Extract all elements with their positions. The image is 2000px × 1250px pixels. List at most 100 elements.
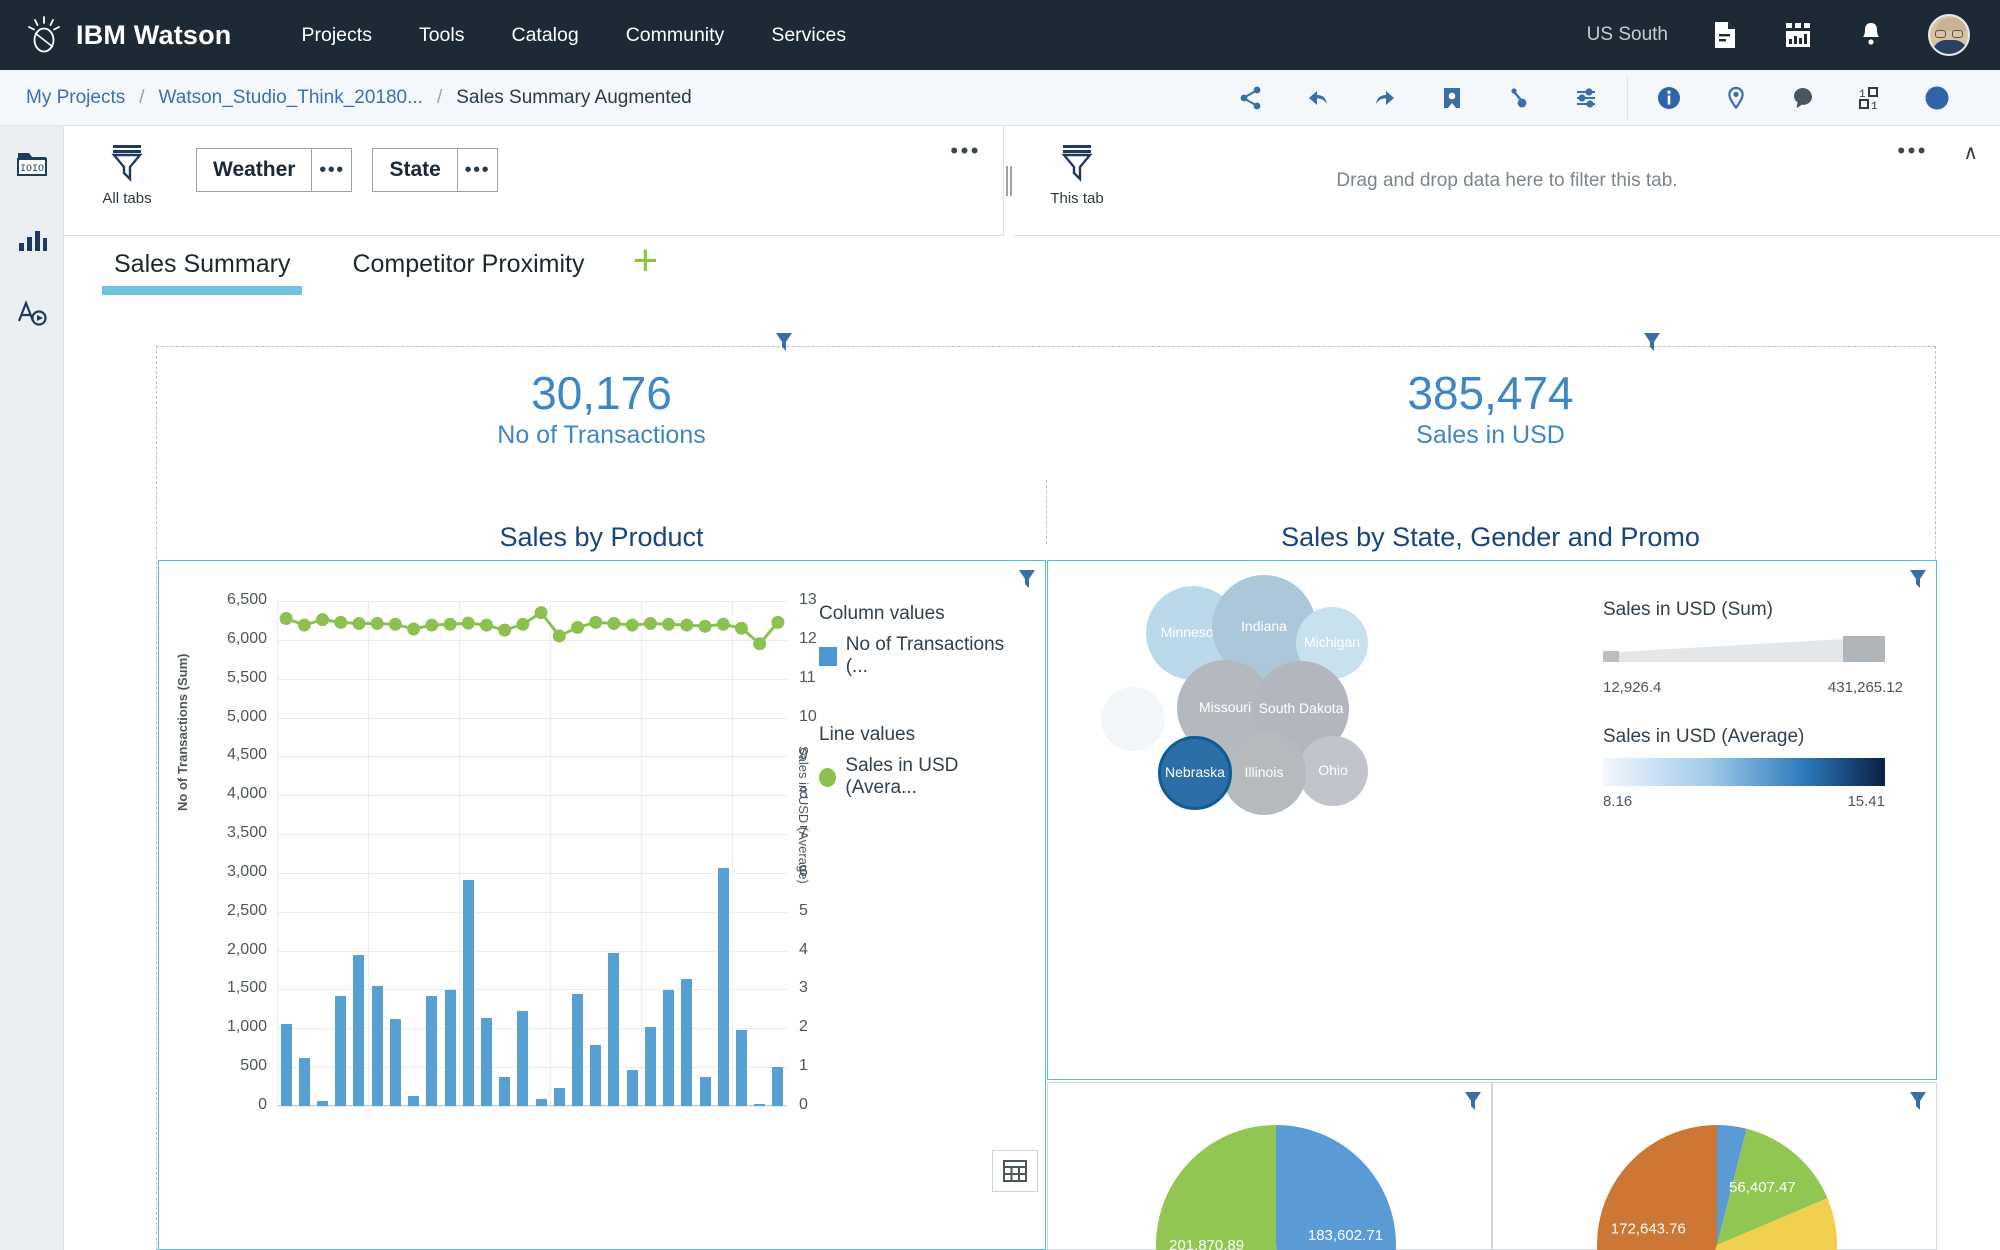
redo-icon[interactable] (1370, 83, 1400, 113)
kpi-transactions[interactable]: 30,176 No of Transactions (157, 369, 1046, 450)
bubble-color-ramp (1603, 758, 1885, 786)
notification-bell-icon[interactable] (1855, 19, 1887, 51)
undo-icon[interactable] (1303, 83, 1333, 113)
bar-chart-y-tick: 4,000 (205, 785, 267, 803)
gender-pie-filter-icon[interactable] (1464, 1090, 1482, 1117)
pie-slice-label: 183,602.71 (1308, 1227, 1383, 1244)
visualizations-icon[interactable] (15, 222, 49, 256)
navigation-compass-icon[interactable] (1922, 83, 1952, 113)
filter-zone-resize-grip[interactable] (1004, 162, 1014, 200)
nav-right-cluster: US South (1587, 14, 1970, 56)
this-tab-zone-menu[interactable]: ••• (1897, 140, 1928, 162)
nav-link-services[interactable]: Services (771, 24, 846, 47)
bubble-color-legend-title: Sales in USD (Average) (1603, 726, 1903, 748)
document-icon[interactable] (1709, 19, 1741, 51)
save-icon[interactable] (1437, 83, 1467, 113)
breadcrumb-toolbar-row: My Projects / Watson_Studio_Think_20180.… (0, 70, 2000, 126)
chevron-up-icon[interactable]: ∧ (1963, 140, 1978, 165)
bar-chart-y-tick: 3,000 (205, 863, 267, 881)
breadcrumb-separator-1: / (139, 87, 144, 109)
table-view-icon[interactable] (992, 1150, 1038, 1192)
bubble-nebraska[interactable]: Nebraska (1158, 736, 1232, 810)
bubble-plot-area: MinnesotaIndianaMichiganMissouriSouth Da… (1068, 591, 1568, 1021)
share-icon[interactable] (1236, 83, 1266, 113)
bar-chart-y2-tick: 1 (799, 1057, 839, 1075)
bubble-size-min: 12,926.4 (1603, 679, 1661, 696)
filter-chip-weather[interactable]: Weather ••• (196, 148, 352, 192)
breadcrumb-my-projects[interactable]: My Projects (26, 87, 125, 109)
all-tabs-funnel[interactable]: All tabs (84, 142, 170, 207)
sales-by-state-bubble-panel[interactable]: MinnesotaIndianaMichiganMissouriSouth Da… (1047, 560, 1937, 1080)
dashboard-tab-strip: Sales Summary Competitor Proximity + (64, 236, 2000, 300)
nav-link-tools[interactable]: Tools (419, 24, 465, 47)
pie-svg: 183,602.71 201,870.89 (1156, 1125, 1396, 1250)
sales-by-product-chart-panel[interactable]: No of Transactions (Sum) Sales in USD (A… (158, 560, 1046, 1250)
pie-slice-label: 201,870.89 (1169, 1237, 1244, 1250)
brand-watson: Watson (134, 20, 232, 50)
info-icon[interactable] (1654, 83, 1684, 113)
kpi-sales[interactable]: 385,474 Sales in USD (1046, 369, 1935, 450)
data-properties-icon[interactable]: 1 1 (1855, 83, 1885, 113)
legend-item-sales-average[interactable]: Sales in USD (Avera... (819, 755, 1019, 799)
sales-by-promo-pie-panel[interactable]: 56,407.47141,044.28172,643.76 (1492, 1082, 1937, 1250)
connection-icon[interactable] (1504, 83, 1534, 113)
filter-chip-weather-menu[interactable]: ••• (311, 149, 351, 191)
legend-label-transactions: No of Transactions (... (846, 634, 1019, 678)
kpi-sales-value: 385,474 (1046, 369, 1935, 417)
bar-chart-filter-icon[interactable] (1018, 568, 1036, 595)
promo-pie-filter-icon[interactable] (1909, 1090, 1927, 1117)
bar-chart-y-tick: 500 (205, 1057, 267, 1075)
filter-chip-state[interactable]: State ••• (372, 148, 497, 192)
breadcrumb-separator-2: / (437, 87, 442, 109)
comment-icon[interactable] (1788, 83, 1818, 113)
sales-by-gender-pie-panel[interactable]: 183,602.71 201,870.89 (1047, 1082, 1492, 1250)
breadcrumb-project[interactable]: Watson_Studio_Think_20180... (159, 87, 423, 109)
bar-chart-y-tick: 4,500 (205, 746, 267, 764)
all-tabs-label: All tabs (84, 190, 170, 207)
data-sources-icon[interactable]: IOIO (15, 148, 49, 182)
tab-sales-summary[interactable]: Sales Summary (100, 242, 304, 295)
filter-drop-hint: Drag and drop data here to filter this t… (1014, 170, 2000, 192)
legend-swatch-circle (819, 768, 836, 787)
bar-chart-y2-tick: 2 (799, 1018, 839, 1036)
filter-row: All tabs Weather ••• State ••• ••• T (64, 126, 2000, 236)
kpi-transactions-value: 30,176 (157, 369, 1046, 417)
add-tab-button[interactable]: + (632, 242, 658, 278)
nav-link-projects[interactable]: Projects (302, 24, 372, 47)
nav-link-catalog[interactable]: Catalog (511, 24, 578, 47)
settings-sliders-icon[interactable] (1571, 83, 1601, 113)
bubble-color-legend: Sales in USD (Average) 8.16 15.41 (1603, 726, 1903, 810)
filter-chip-state-menu[interactable]: ••• (457, 149, 497, 191)
explore-data-icon[interactable] (1721, 83, 1751, 113)
bar-chart-y-axis-title: No of Transactions (Sum) (175, 654, 190, 811)
bubble-unlabeled[interactable] (1101, 687, 1165, 751)
bubble-chart-filter-icon[interactable] (1909, 568, 1927, 595)
legend-spacer (819, 678, 1019, 724)
all-tabs-zone-menu[interactable]: ••• (950, 140, 981, 162)
pie-slice[interactable] (1156, 1125, 1294, 1250)
data-refinery-icon[interactable] (1782, 19, 1814, 51)
bar-chart-plot-area (277, 601, 787, 1106)
bubble-ohio[interactable]: Ohio (1298, 736, 1368, 806)
legend-item-transactions[interactable]: No of Transactions (... (819, 634, 1019, 678)
bubble-size-legend-title: Sales in USD (Sum) (1603, 599, 1903, 621)
region-label: US South (1587, 24, 1668, 46)
legend-label-sales-average: Sales in USD (Avera... (845, 755, 1019, 799)
ibm-watson-brand[interactable]: IBM Watson (26, 15, 232, 55)
avatar-glasses-left (1935, 30, 1946, 38)
this-tab-filter-zone[interactable]: This tab Drag and drop data here to filt… (1014, 126, 2000, 236)
tab-competitor-proximity[interactable]: Competitor Proximity (338, 242, 598, 295)
bubble-illinois[interactable]: Illinois (1222, 731, 1306, 815)
global-filter-chips: Weather ••• State ••• (196, 148, 498, 192)
funnel-icon (108, 169, 146, 186)
all-tabs-filter-zone[interactable]: All tabs Weather ••• State ••• ••• (64, 126, 1004, 236)
text-annotation-icon[interactable] (15, 296, 49, 330)
user-avatar[interactable] (1928, 14, 1970, 56)
bar-chart-y2-tick: 0 (799, 1096, 839, 1114)
gender-pie-graphic: 183,602.71 201,870.89 (1156, 1125, 1396, 1250)
filter-chip-state-label: State (373, 149, 456, 191)
nav-link-community[interactable]: Community (626, 24, 725, 47)
brand-text: IBM Watson (76, 20, 232, 51)
watson-logo-icon (26, 15, 62, 55)
dashboard-outer-container: 30,176 No of Transactions 385,474 Sales … (156, 346, 1936, 1250)
